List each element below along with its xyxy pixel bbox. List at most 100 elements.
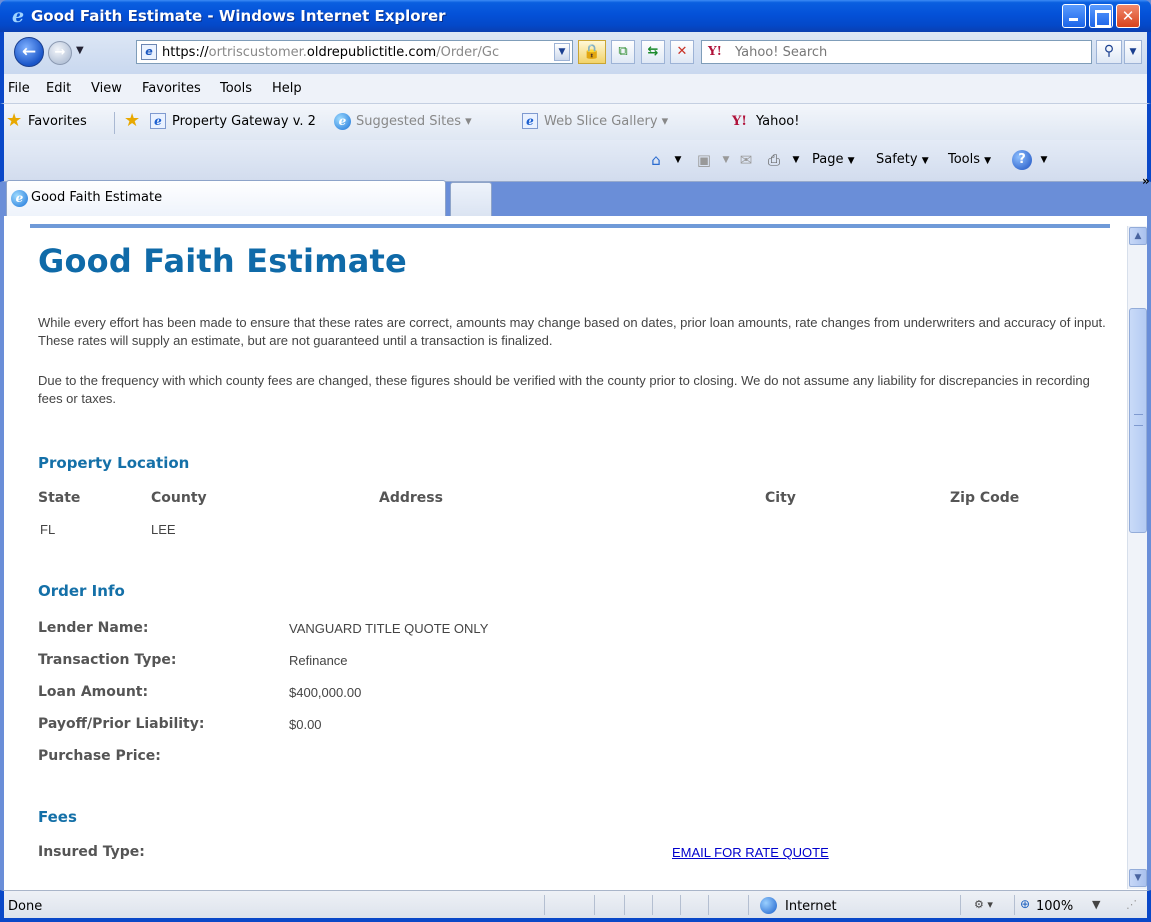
zoom-dropdown-icon[interactable]: ▼ [1092,898,1100,911]
chevron-down-icon: ▼ [76,45,84,56]
grip-icon [1134,414,1143,426]
column-header-address: Address [379,490,443,506]
chevron-down-icon: ▼ [1129,47,1137,57]
page-menu-label: Page [812,152,844,167]
page-icon: e [522,113,538,129]
column-header-county: County [151,490,207,506]
tools-menu-label: Tools [948,152,981,167]
safety-menu-button[interactable]: Safety ▼ [876,152,929,167]
close-button[interactable]: ✕ [1116,4,1140,28]
refresh-button[interactable]: ⇆ [641,40,665,64]
cell-county: LEE [151,522,176,537]
favorite-link-suggested-sites[interactable]: Suggested Sites ▾ [356,114,472,129]
compatibility-view-button[interactable]: ⧉ [611,40,635,64]
close-icon: ✕ [1121,7,1135,25]
order-info-heading: Order Info [38,582,125,600]
field-label-loan-amount: Loan Amount: [38,684,149,700]
print-dropdown-icon[interactable]: ▼ [786,150,806,170]
favorite-link-yahoo[interactable]: Yahoo! [756,114,799,129]
protected-mode-icon[interactable]: ⚙ ▾ [974,898,993,911]
page-menu-button[interactable]: Page ▼ [812,152,855,167]
status-separator [624,895,625,915]
ie-logo-icon: e [334,113,351,130]
feeds-icon[interactable]: ▣ [694,150,714,170]
fees-heading: Fees [38,808,77,826]
zoom-icon: ⊕ [1020,897,1031,911]
status-separator [1014,895,1015,915]
print-icon[interactable]: ⎙ [764,150,784,170]
back-button[interactable]: ← [14,37,44,67]
favorites-button[interactable]: Favorites [28,114,87,129]
page-icon: e [141,44,157,60]
favorites-star-icon: ★ [6,110,23,131]
security-lock-button[interactable]: 🔒 [578,40,606,64]
favorite-link-web-slice-gallery[interactable]: Web Slice Gallery ▾ [544,114,668,129]
disclaimer-rates: While every effort has been made to ensu… [38,315,1106,348]
menu-file[interactable]: File [8,81,30,96]
search-button[interactable]: ⚲ [1096,40,1122,64]
new-tab-button[interactable] [450,182,492,216]
menu-tools[interactable]: Tools [220,81,252,96]
favorite-link-property-gateway[interactable]: Property Gateway v. 2 [172,114,316,129]
ie-logo-icon: e [11,190,28,207]
field-value-transaction-type: Refinance [289,653,348,668]
favorites-bar: ★ Favorites ★ e Property Gateway v. 2 e … [0,104,1151,140]
chevron-down-icon: ▼ [921,156,929,166]
menu-edit[interactable]: Edit [46,81,71,96]
read-mail-icon[interactable]: ✉ [736,150,756,170]
magnifier-icon: ⚲ [1103,43,1115,59]
help-dropdown-icon[interactable]: ▼ [1034,150,1054,170]
title-bar[interactable]: e Good Faith Estimate - Windows Internet… [0,0,1151,32]
vertical-scrollbar[interactable]: ▲ ▼ [1127,226,1147,889]
search-options-dropdown[interactable]: ▼ [1124,40,1142,64]
email-for-rate-quote-link[interactable]: EMAIL FOR RATE QUOTE [672,845,829,860]
recent-pages-dropdown[interactable]: ▼ [76,45,84,56]
address-bar[interactable]: e https://ortriscustomer.oldrepublictitl… [136,40,573,64]
add-to-favorites-icon[interactable]: ★ [124,110,140,131]
window-title: Good Faith Estimate - Windows Internet E… [31,7,446,25]
menu-help[interactable]: Help [272,81,302,96]
address-url[interactable]: https://ortriscustomer.oldrepublictitle.… [162,44,537,61]
compatibility-icon: ⧉ [618,44,628,59]
scroll-thumb[interactable] [1129,308,1147,533]
field-label-purchase-price: Purchase Price: [38,748,161,764]
minimize-button[interactable] [1062,4,1086,28]
field-value-lender-name: VANGUARD TITLE QUOTE ONLY [289,621,489,636]
scroll-up-button[interactable]: ▲ [1129,227,1147,245]
home-dropdown-icon[interactable]: ▼ [668,150,688,170]
toolbar-separator [114,112,115,134]
tools-menu-button[interactable]: Tools ▼ [948,152,991,167]
ie-logo-icon: e [11,5,25,27]
page-content: Good Faith Estimate While every effort h… [4,216,1147,890]
lock-icon: 🔒 [583,44,601,60]
address-dropdown-button[interactable]: ▼ [554,43,570,61]
property-location-heading: Property Location [38,454,190,472]
stop-button[interactable]: ✕ [670,40,694,64]
url-path: /Order/Gc [436,45,500,60]
menu-bar: File Edit View Favorites Tools Help [0,74,1151,104]
minimize-icon [1063,5,1085,27]
search-box[interactable]: Y! Yahoo! Search [701,40,1092,64]
scroll-down-button[interactable]: ▼ [1129,869,1147,887]
column-header-zip-code: Zip Code [950,490,1020,506]
chevron-up-icon: ▲ [1134,231,1142,241]
refresh-icon: ⇆ [647,44,659,59]
maximize-button[interactable] [1089,4,1113,28]
chevron-down-icon: ▼ [847,156,855,166]
zoom-level-button[interactable]: 100% [1036,899,1073,914]
status-separator [680,895,681,915]
help-icon[interactable]: ? [1012,150,1032,170]
menu-favorites[interactable]: Favorites [142,81,201,96]
home-icon[interactable]: ⌂ [646,150,666,170]
tab-good-faith-estimate[interactable]: e Good Faith Estimate [6,180,446,216]
status-separator [544,895,545,915]
column-header-state: State [38,490,81,506]
security-zone-label: Internet [785,899,837,914]
resize-grip-icon[interactable]: ⋰ [1126,898,1137,911]
forward-button[interactable]: → [48,41,72,65]
url-domain: oldrepublictitle.com [306,45,437,60]
safety-menu-label: Safety [876,152,918,167]
yahoo-logo-icon: Y! [732,114,747,129]
yahoo-logo-icon: Y! [708,44,722,58]
menu-view[interactable]: View [91,81,122,96]
